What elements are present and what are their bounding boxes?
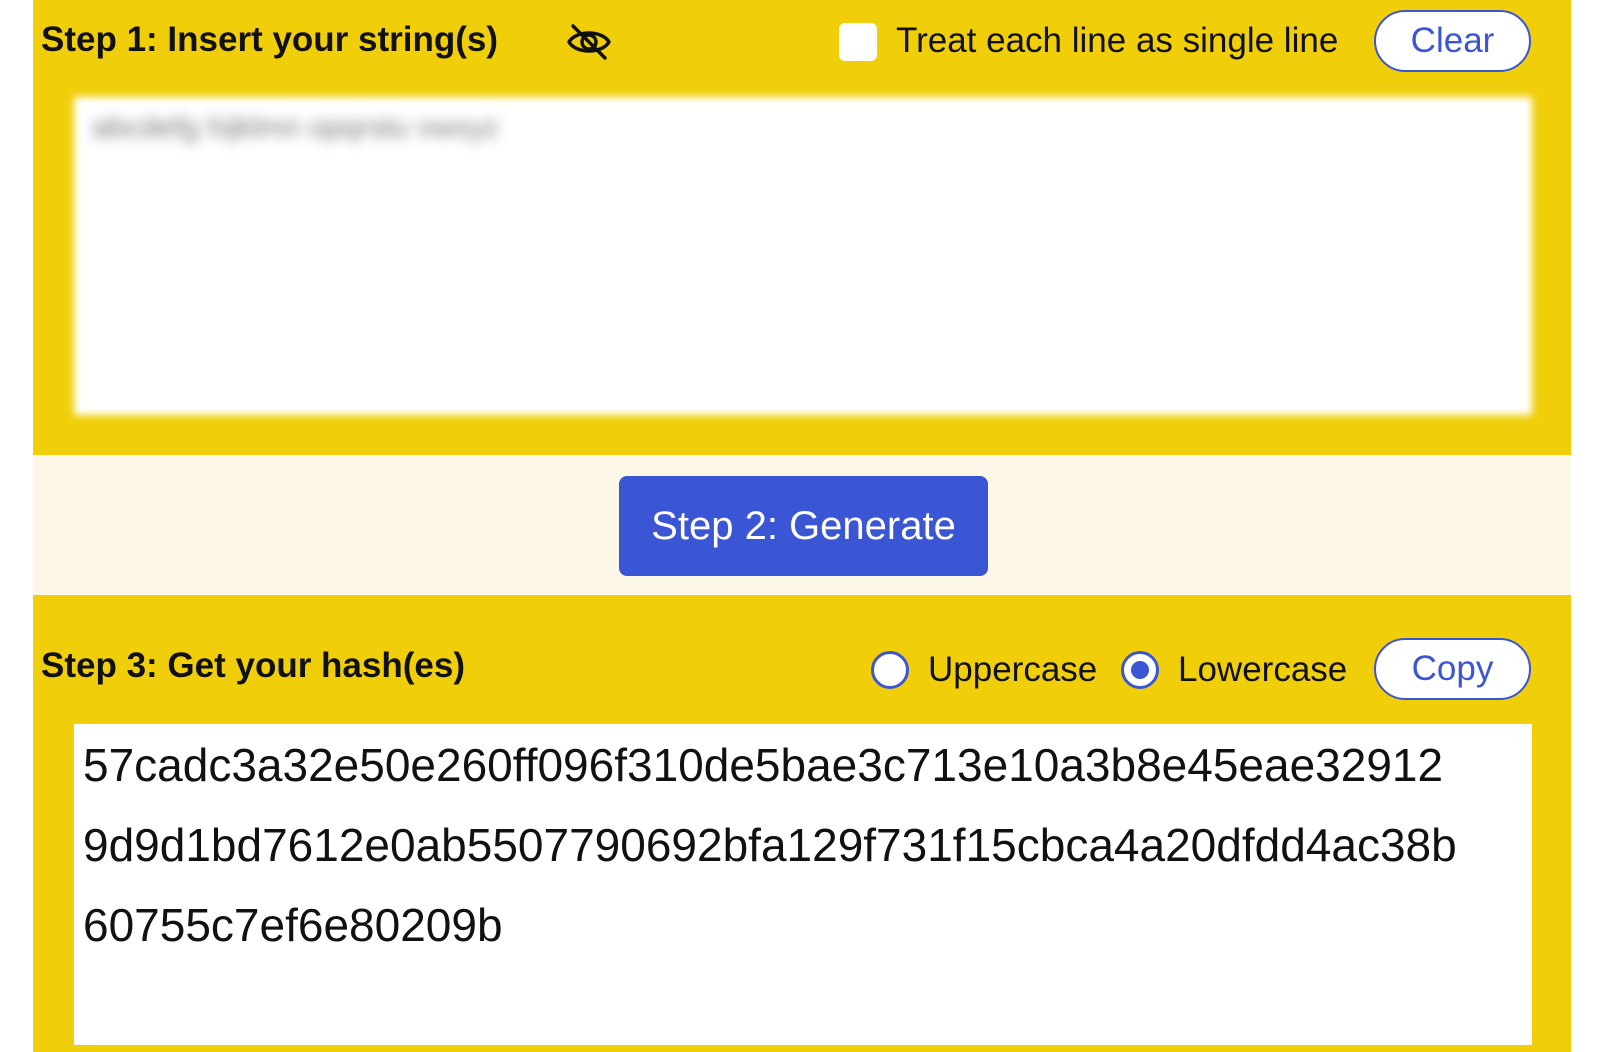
uppercase-label[interactable]: Uppercase <box>928 650 1097 690</box>
uppercase-radio[interactable] <box>871 651 909 689</box>
step1-heading: Step 1: Insert your string(s) <box>41 20 499 59</box>
eye-off-icon[interactable] <box>566 22 612 62</box>
hash-output-line: 60755c7ef6e80209b <box>83 899 503 951</box>
blurred-input-text: abcdefg hijklmn opqrstu vwxyz <box>92 111 499 144</box>
lowercase-radio[interactable] <box>1121 651 1159 689</box>
copy-button[interactable]: Copy <box>1374 638 1531 700</box>
string-input[interactable]: abcdefg hijklmn opqrstu vwxyz <box>74 97 1532 415</box>
hash-output[interactable]: 57cadc3a32e50e260ff096f310de5bae3c713e10… <box>74 724 1532 1045</box>
hash-output-line: 57cadc3a32e50e260ff096f310de5bae3c713e10… <box>83 739 1444 791</box>
single-line-label[interactable]: Treat each line as single line <box>896 21 1338 61</box>
radio-selected-dot <box>1131 661 1149 679</box>
single-line-checkbox[interactable] <box>839 23 877 61</box>
generate-button[interactable]: Step 2: Generate <box>619 476 988 576</box>
clear-button[interactable]: Clear <box>1374 10 1531 72</box>
hash-output-line: 9d9d1bd7612e0ab5507790692bfa129f731f15cb… <box>83 819 1457 871</box>
lowercase-label[interactable]: Lowercase <box>1178 650 1347 690</box>
step3-heading: Step 3: Get your hash(es) <box>41 646 465 685</box>
